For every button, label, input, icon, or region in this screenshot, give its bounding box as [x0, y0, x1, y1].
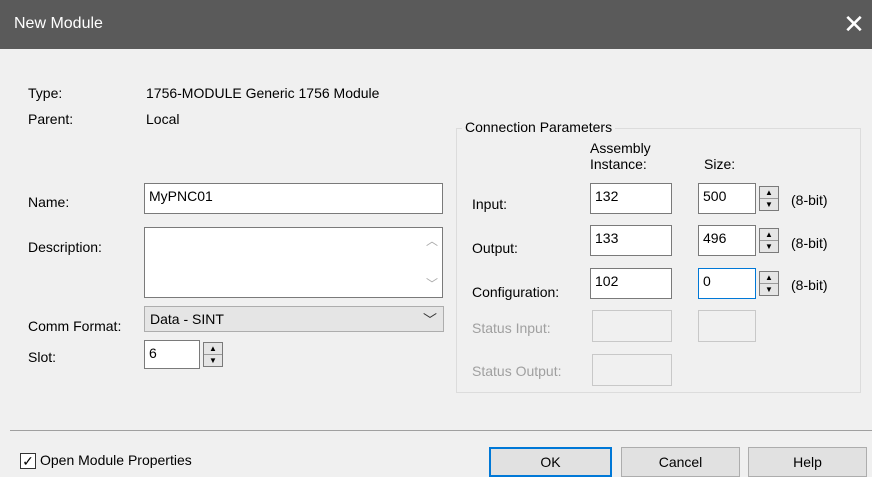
- comm-format-label: Comm Format:: [28, 318, 122, 334]
- help-button[interactable]: Help: [748, 447, 867, 477]
- comm-format-select[interactable]: Data - SINT ﹀: [144, 306, 444, 332]
- title-bar: [0, 0, 872, 49]
- slot-stepper[interactable]: ▲ ▼: [203, 342, 223, 367]
- parent-label: Parent:: [28, 111, 74, 127]
- size-header: Size:: [704, 156, 736, 172]
- parent-value: Local: [146, 111, 180, 127]
- ok-button[interactable]: OK: [489, 447, 612, 477]
- stepper-down-icon[interactable]: ▼: [760, 199, 778, 210]
- status-output-instance-field: [592, 354, 672, 386]
- comm-format-value: Data - SINT: [150, 311, 224, 327]
- stepper-up-icon[interactable]: ▲: [760, 272, 778, 284]
- chevron-down-icon: ﹀: [423, 312, 437, 328]
- name-input[interactable]: MyPNC01: [144, 183, 443, 214]
- scroll-down-icon[interactable]: ﹀: [422, 274, 442, 294]
- description-textarea[interactable]: ︿ ﹀: [144, 227, 443, 298]
- slot-label: Slot:: [28, 349, 57, 365]
- close-icon[interactable]: ✕: [839, 9, 869, 39]
- configuration-unit: (8-bit): [791, 277, 828, 293]
- scroll-up-icon[interactable]: ︿: [422, 231, 442, 251]
- stepper-up-icon[interactable]: ▲: [760, 187, 778, 199]
- type-value: 1756-MODULE Generic 1756 Module: [146, 85, 380, 101]
- output-unit: (8-bit): [791, 235, 828, 251]
- input-instance-field[interactable]: 132: [590, 183, 672, 214]
- checkmark-icon: ✓: [22, 453, 34, 469]
- window-title: New Module: [14, 15, 103, 32]
- cancel-button[interactable]: Cancel: [621, 447, 740, 477]
- name-label: Name:: [28, 194, 70, 210]
- stepper-up-icon[interactable]: ▲: [204, 343, 222, 355]
- slot-input[interactable]: 6: [144, 340, 200, 369]
- status-output-label: Status Output:: [472, 363, 562, 379]
- stepper-up-icon[interactable]: ▲: [760, 229, 778, 241]
- input-size-field[interactable]: 500: [698, 183, 756, 214]
- input-unit: (8-bit): [791, 192, 828, 208]
- type-label: Type:: [28, 85, 63, 101]
- description-label: Description:: [28, 239, 102, 255]
- output-label: Output:: [472, 240, 518, 256]
- input-size-stepper[interactable]: ▲ ▼: [759, 186, 779, 211]
- description-text: [145, 224, 153, 248]
- configuration-size-field[interactable]: 0: [698, 268, 756, 299]
- configuration-instance-field[interactable]: 102: [590, 268, 672, 299]
- stepper-down-icon[interactable]: ▼: [760, 284, 778, 295]
- status-input-instance-field: [592, 310, 672, 342]
- configuration-label: Configuration:: [472, 284, 560, 300]
- configuration-size-stepper[interactable]: ▲ ▼: [759, 271, 779, 296]
- open-module-properties-label[interactable]: Open Module Properties: [40, 452, 192, 468]
- assembly-header: Assembly: [590, 140, 651, 156]
- footer-separator: [10, 430, 872, 431]
- instance-header: Instance:: [590, 156, 647, 172]
- output-size-stepper[interactable]: ▲ ▼: [759, 228, 779, 253]
- output-size-field[interactable]: 496: [698, 225, 756, 256]
- input-label: Input:: [472, 196, 508, 212]
- connection-parameters-title: Connection Parameters: [462, 119, 616, 135]
- output-instance-field[interactable]: 133: [590, 225, 672, 256]
- status-input-label: Status Input:: [472, 320, 551, 336]
- stepper-down-icon[interactable]: ▼: [760, 241, 778, 252]
- open-module-properties-checkbox[interactable]: ✓: [20, 453, 36, 469]
- stepper-down-icon[interactable]: ▼: [204, 355, 222, 366]
- status-input-size-field: [698, 310, 756, 342]
